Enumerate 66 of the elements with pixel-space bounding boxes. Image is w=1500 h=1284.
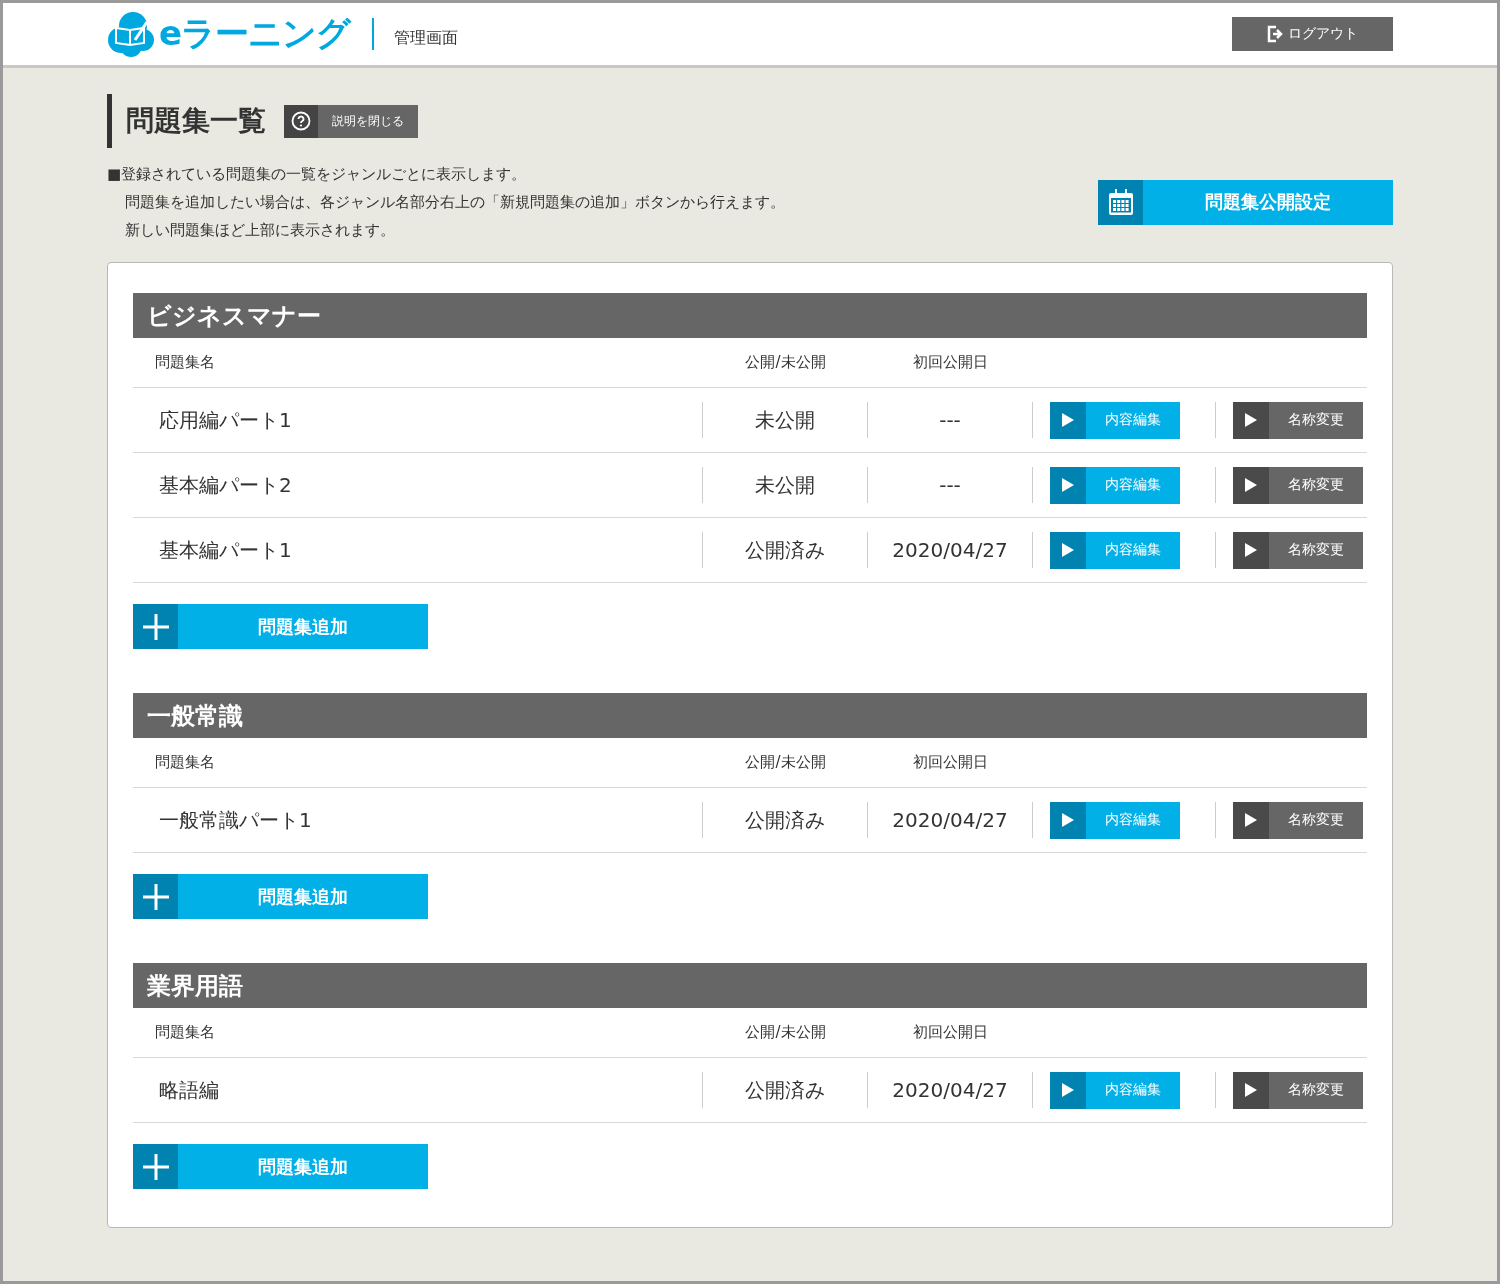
description-text: ■登録されている問題集の一覧をジャンルごとに表示します。 xyxy=(107,164,528,185)
calendar-icon xyxy=(1107,188,1134,216)
column-header: 公開/未公開 xyxy=(744,1023,827,1042)
help-icon xyxy=(291,111,311,131)
edit-content-button[interactable]: 内容編集 xyxy=(1050,401,1180,439)
play-icon xyxy=(1245,413,1257,427)
header-subtitle: 管理画面 xyxy=(394,27,459,49)
table-cell: 2020/04/27 xyxy=(868,1072,1033,1108)
logout-button[interactable]: ログアウト xyxy=(1232,17,1393,51)
edit-content-button[interactable]: 内容編集 xyxy=(1050,801,1180,839)
table-cell: 未公開 xyxy=(703,402,868,438)
add-workbook-button[interactable]: 問題集追加 xyxy=(133,604,428,649)
rename-button[interactable]: 名称変更 xyxy=(1233,466,1363,504)
table-cell: 公開済み xyxy=(703,532,868,568)
description-text: 新しい問題集ほど上部に表示されます。 xyxy=(124,220,396,241)
publish-settings-button[interactable]: 問題集公開設定 xyxy=(1098,179,1393,225)
logo-text: eラーニング xyxy=(159,12,351,55)
play-icon xyxy=(1062,813,1074,827)
table-cell: --- xyxy=(868,402,1033,438)
play-icon xyxy=(1245,543,1257,557)
play-icon xyxy=(1245,1083,1257,1097)
column-header: 公開/未公開 xyxy=(744,753,827,772)
column-header: 初回公開日 xyxy=(912,753,989,772)
genre-header: ビジネスマナー xyxy=(133,293,1367,338)
table-cell: 公開済み xyxy=(703,802,868,838)
table-cell: 公開済み xyxy=(703,1072,868,1108)
column-header: 問題集名 xyxy=(154,353,216,372)
plus-icon xyxy=(141,612,170,641)
rename-button[interactable]: 名称変更 xyxy=(1233,1071,1363,1109)
logout-icon xyxy=(1267,25,1284,43)
edit-content-button[interactable]: 内容編集 xyxy=(1050,1071,1180,1109)
genre-header: 一般常識 xyxy=(133,693,1367,738)
add-workbook-button[interactable]: 問題集追加 xyxy=(133,1144,428,1189)
play-icon xyxy=(1245,813,1257,827)
rename-button[interactable]: 名称変更 xyxy=(1233,531,1363,569)
column-header: 問題集名 xyxy=(154,753,216,772)
play-icon xyxy=(1062,543,1074,557)
column-header: 公開/未公開 xyxy=(744,353,827,372)
table-cell: 基本編パート1 xyxy=(133,532,703,568)
play-icon xyxy=(1062,478,1074,492)
play-icon xyxy=(1245,478,1257,492)
plus-icon xyxy=(141,882,170,911)
table-cell: 一般常識パート1 xyxy=(133,802,703,838)
table-cell: 略語編 xyxy=(133,1072,703,1108)
table-cell: --- xyxy=(868,467,1033,503)
play-icon xyxy=(1062,413,1074,427)
column-header: 初回公開日 xyxy=(912,1023,989,1042)
column-header: 問題集名 xyxy=(154,1023,216,1042)
play-icon xyxy=(1062,1083,1074,1097)
table-cell: 応用編パート1 xyxy=(133,402,703,438)
description-text: 問題集を追加したい場合は、各ジャンル名部分右上の「新規問題集の追加」ボタンから行えます。 xyxy=(124,192,786,213)
table-cell: 基本編パート2 xyxy=(133,467,703,503)
plus-icon xyxy=(141,1152,170,1181)
rename-button[interactable]: 名称変更 xyxy=(1233,801,1363,839)
add-workbook-button[interactable]: 問題集追加 xyxy=(133,874,428,919)
edit-content-button[interactable]: 内容編集 xyxy=(1050,466,1180,504)
edit-content-button[interactable]: 内容編集 xyxy=(1050,531,1180,569)
table-cell: 未公開 xyxy=(703,467,868,503)
column-header: 初回公開日 xyxy=(912,353,989,372)
close-help-button[interactable]: 説明を閉じる xyxy=(284,104,418,138)
page-title: 問題集一覧 xyxy=(107,94,266,148)
genre-header: 業界用語 xyxy=(133,963,1367,1008)
logo-icon xyxy=(107,10,155,58)
table-cell: 2020/04/27 xyxy=(868,802,1033,838)
rename-button[interactable]: 名称変更 xyxy=(1233,401,1363,439)
table-cell: 2020/04/27 xyxy=(868,532,1033,568)
